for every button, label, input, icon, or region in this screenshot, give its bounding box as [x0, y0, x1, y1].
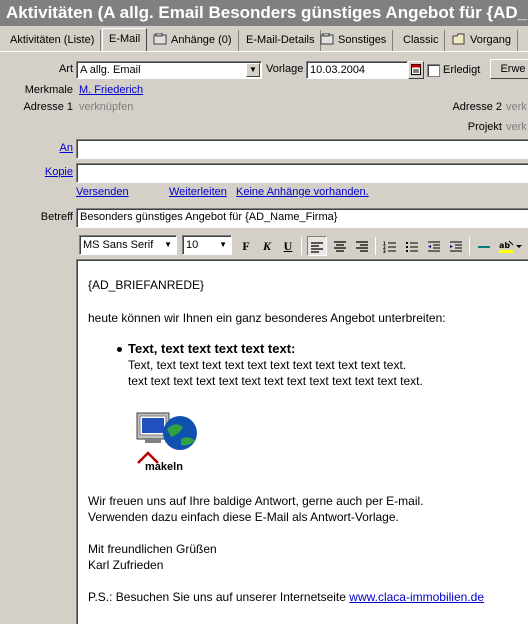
anhaenge-link[interactable]: Keine Anhänge vorhanden.	[236, 186, 369, 198]
indent-icon	[450, 241, 462, 252]
numbered-list-button[interactable]: 123	[380, 236, 400, 256]
tab-anhaenge[interactable]: Anhänge (0)	[147, 30, 239, 51]
versenden-link[interactable]: Versenden	[76, 186, 129, 198]
tab-bar: Aktivitäten (Liste) E-Mail Anhänge (0) E…	[0, 28, 528, 52]
kopie-field[interactable]	[76, 163, 528, 183]
ps-line: P.S.: Besuchen Sie uns auf unserer Inter…	[88, 589, 484, 605]
tab-label: Anhänge (0)	[171, 34, 232, 46]
betreff-field[interactable]: Besonders günstiges Angebot für {AD_Name…	[76, 208, 528, 228]
closing-line-1: Wir freuen uns auf Ihre baldige Antwort,…	[88, 494, 424, 508]
tab-vorgang[interactable]: Vorgang	[446, 30, 518, 51]
folder-icon	[452, 33, 465, 45]
bullet-line-2: text text text text text text text text …	[128, 374, 423, 388]
align-left-icon	[311, 242, 323, 253]
sender-name: Karl Zufrieden	[88, 558, 164, 572]
intro-text: heute können wir Ihnen ein ganz besonder…	[88, 311, 446, 325]
art-select[interactable]: A allg. Email ▼	[76, 61, 262, 79]
horizontal-line-icon	[478, 246, 490, 249]
svg-text:3: 3	[383, 249, 386, 253]
indent-button[interactable]	[446, 236, 466, 256]
projekt-link[interactable]: verk	[506, 121, 527, 133]
erweitert-button[interactable]: Erwe	[490, 59, 528, 79]
adresse2-label: Adresse 2	[452, 101, 502, 113]
tab-label: E-Mail-Details	[246, 34, 315, 46]
erledigt-checkbox[interactable]	[427, 64, 440, 77]
adresse1-link[interactable]: verknüpfen	[79, 101, 133, 113]
outdent-button[interactable]	[424, 236, 444, 256]
emakeln-logo: makeln	[135, 409, 201, 475]
vorlage-label: Vorlage	[266, 63, 304, 75]
toolbar-divider	[375, 237, 376, 255]
logo-text: makeln	[145, 461, 183, 473]
tab-aktivitaeten-liste[interactable]: Aktivitäten (Liste)	[4, 30, 102, 51]
closing-line-2: Verwenden dazu einfach diese E-Mail als …	[88, 510, 399, 524]
bullet-title: Text, text text text text text:	[128, 341, 296, 356]
tab-label: Vorgang	[470, 34, 511, 46]
size-select[interactable]: 10 ▼	[182, 235, 232, 255]
vorlage-date-field[interactable]: 10.03.2004	[306, 61, 408, 79]
art-value: A allg. Email	[80, 64, 141, 76]
tab-label: Aktivitäten (Liste)	[10, 34, 95, 46]
tab-email-details[interactable]: E-Mail-Details	[240, 30, 322, 51]
betreff-label: Betreff	[40, 211, 73, 223]
bullet-line-1: Text, text text text text text text text…	[128, 358, 407, 372]
chevron-down-icon: ▼	[219, 240, 227, 249]
chevron-down-icon: ▼	[164, 240, 172, 249]
art-label: Art	[58, 63, 73, 75]
adresse2-link[interactable]: verk	[506, 101, 527, 113]
svg-text:ab: ab	[499, 241, 510, 250]
align-right-button[interactable]	[352, 236, 372, 256]
bullet-list-button[interactable]	[402, 236, 422, 256]
kopie-link[interactable]: Kopie	[30, 166, 73, 178]
size-value: 10	[186, 239, 199, 251]
tab-email[interactable]: E-Mail	[102, 28, 148, 51]
merkmale-link[interactable]: M. Friederich	[79, 84, 143, 96]
align-center-icon	[334, 241, 346, 252]
highlight-color-button[interactable]: ab	[496, 236, 526, 256]
projekt-label: Projekt	[467, 121, 502, 133]
email-body-editor[interactable]: {AD_BRIEFANREDE} heute können wir Ihnen …	[76, 259, 528, 624]
tab-label: Sonstiges	[338, 34, 387, 46]
align-right-icon	[356, 241, 368, 252]
bold-button[interactable]: F	[236, 236, 256, 256]
outdent-icon	[428, 241, 440, 252]
ps-text: P.S.: Besuchen Sie uns auf unserer Inter…	[88, 590, 350, 604]
window-title: Aktivitäten (A allg. Email Besonders gün…	[0, 0, 528, 26]
tab-classic[interactable]: Classic	[397, 30, 446, 51]
an-field[interactable]	[76, 139, 528, 159]
salutation-text: {AD_BRIEFANREDE}	[88, 278, 205, 292]
weiterleiten-link[interactable]: Weiterleiten	[169, 186, 227, 198]
numbered-list-icon: 123	[383, 241, 396, 254]
attachment-icon	[153, 33, 167, 45]
horizontal-line-button[interactable]	[474, 236, 494, 256]
align-left-button[interactable]	[307, 236, 327, 256]
tab-label: Classic	[403, 34, 439, 46]
calendar-icon	[411, 64, 421, 76]
website-link[interactable]: www.claca-immobilien.de	[349, 590, 484, 604]
tab-sonstiges[interactable]: Sonstiges	[314, 30, 394, 51]
font-value: MS Sans Serif	[83, 239, 154, 251]
font-select[interactable]: MS Sans Serif ▼	[79, 235, 177, 255]
calendar-button[interactable]	[408, 61, 424, 79]
adresse1-label: Adresse 1	[23, 101, 73, 113]
underline-button[interactable]: U	[278, 236, 298, 256]
toolbar-divider	[469, 237, 470, 255]
merkmale-label: Merkmale	[24, 84, 73, 96]
tab-label: E-Mail	[109, 33, 141, 45]
erledigt-label: Erledigt	[443, 64, 481, 76]
highlight-color-icon: ab	[499, 240, 522, 254]
toolbar-divider	[301, 237, 302, 255]
italic-button[interactable]: K	[257, 236, 277, 256]
align-center-button[interactable]	[330, 236, 350, 256]
greeting-text: Mit freundlichen Grüßen	[88, 542, 217, 556]
bullet-list-icon	[406, 242, 418, 253]
an-link[interactable]: An	[40, 142, 73, 154]
misc-icon	[320, 33, 334, 45]
bullet-marker	[117, 347, 122, 352]
chevron-down-icon[interactable]: ▼	[246, 63, 260, 77]
